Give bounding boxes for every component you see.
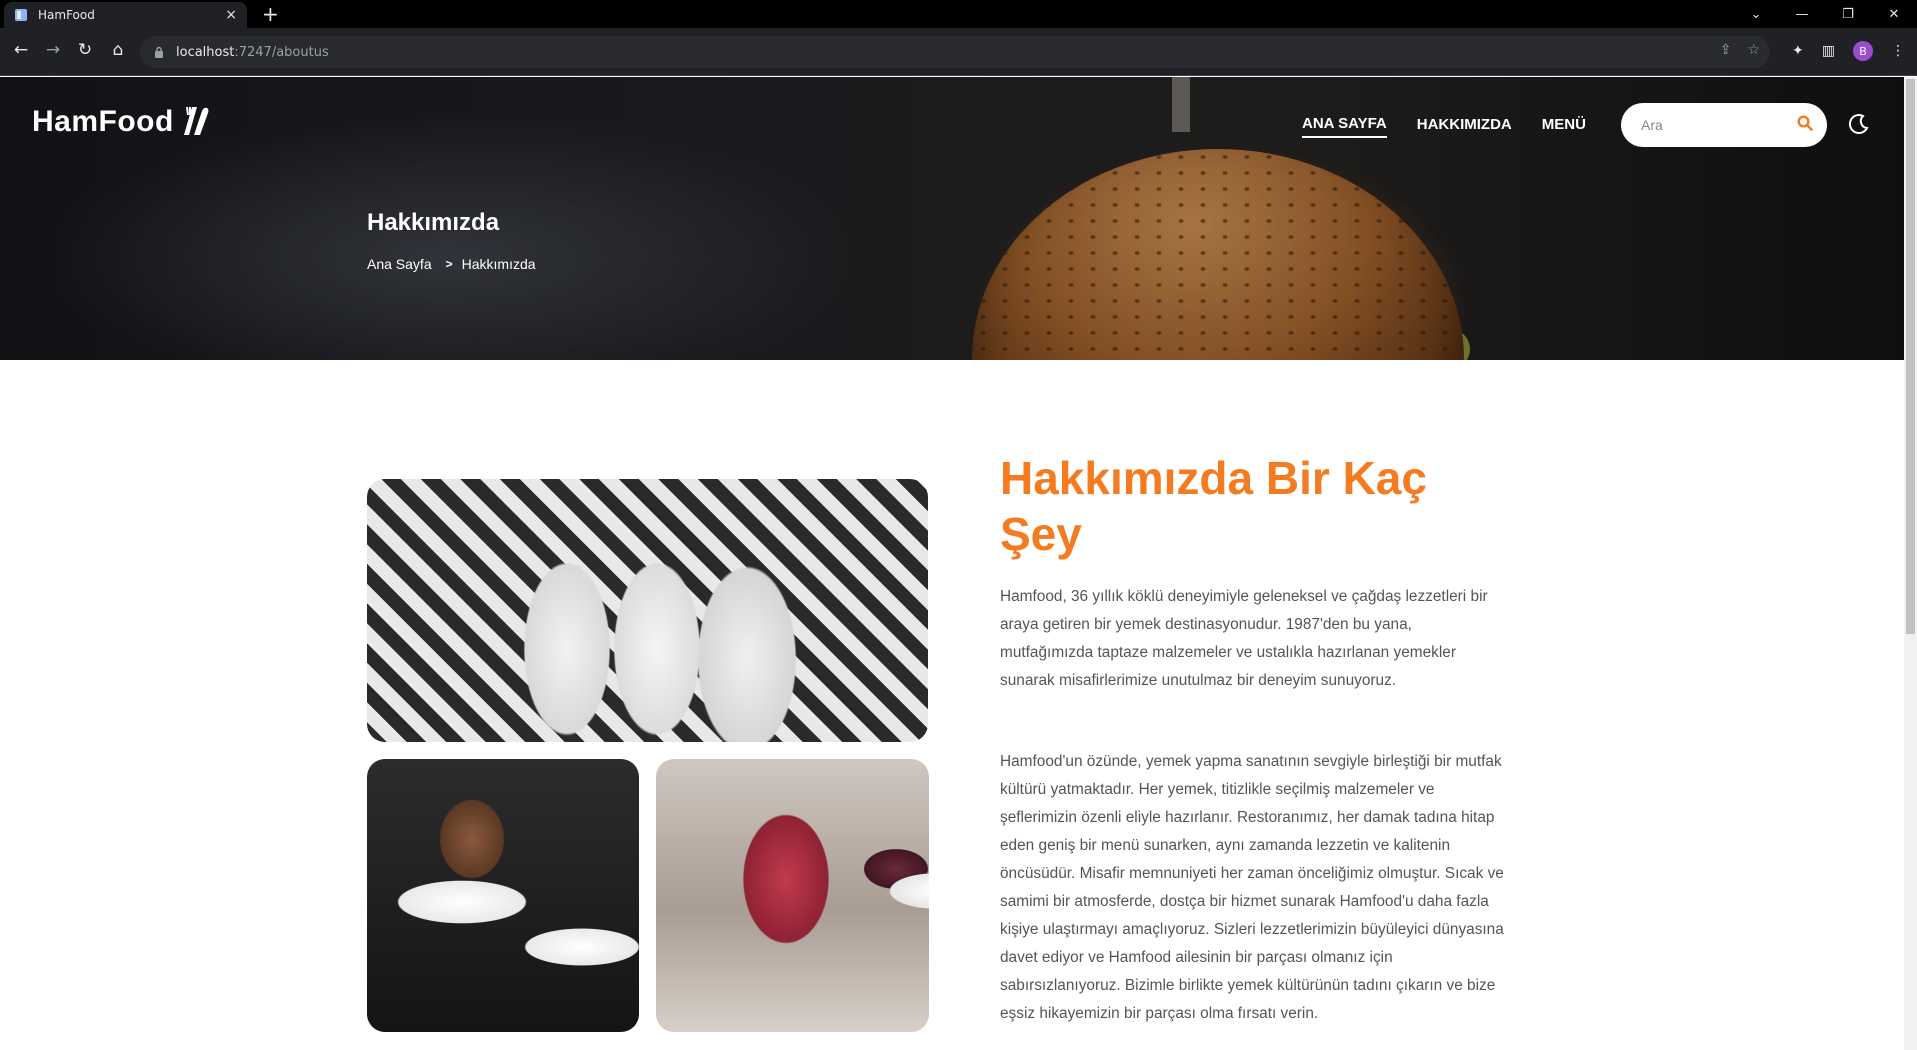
bookmark-star-icon[interactable]: ☆: [1747, 42, 1760, 58]
cutlery-logo-icon: [178, 103, 212, 141]
browser-toolbar: ← → ↻ ⌂ localhost:7247/aboutus ⇪ ☆ ✦ ▥ B…: [0, 28, 1917, 76]
page-title: Hakkımızda: [367, 209, 500, 236]
minimize-icon[interactable]: —: [1779, 7, 1825, 22]
site-logo[interactable]: HamFood: [32, 103, 212, 141]
about-paragraph-1: Hamfood, 36 yıllık köklü deneyimiyle gel…: [1000, 588, 1488, 689]
url-path: :7247/aboutus: [234, 44, 329, 60]
tab-search-icon[interactable]: ⌄: [1733, 7, 1779, 22]
hero-banner: HamFood ANA SAYFA HAKKIMIZDA MENÜ Hakkım…: [0, 77, 1904, 360]
scrollbar-thumb[interactable]: [1906, 79, 1915, 634]
restore-icon[interactable]: ❐: [1825, 7, 1871, 22]
search-input[interactable]: [1639, 116, 1797, 134]
breadcrumb: Ana Sayfa > Hakkımızda: [367, 256, 536, 272]
lock-icon[interactable]: [154, 46, 164, 58]
reload-icon[interactable]: ↻: [73, 40, 97, 60]
address-bar[interactable]: localhost:7247/aboutus ⇪ ☆: [140, 36, 1770, 68]
moon-icon[interactable]: [1848, 113, 1870, 139]
tab-title: HamFood: [38, 8, 95, 22]
forward-icon[interactable]: →: [41, 40, 65, 60]
chevron-right-icon: >: [445, 257, 453, 271]
chef-holding-plates-image: [367, 759, 639, 1032]
browser-menu-icon[interactable]: ⋮: [1891, 43, 1905, 59]
nav-home-link[interactable]: ANA SAYFA: [1302, 115, 1387, 138]
browser-tab[interactable]: HamFood ×: [4, 2, 247, 28]
breadcrumb-current: Hakkımızda: [461, 256, 536, 272]
url-host: localhost: [176, 44, 235, 60]
page-scrollbar[interactable]: [1904, 77, 1917, 1050]
extensions-icon[interactable]: ✦: [1792, 43, 1804, 59]
window-controls: ⌄ — ❐ ✕: [1733, 0, 1917, 28]
back-icon[interactable]: ←: [9, 40, 33, 60]
nav-about-link[interactable]: HAKKIMIZDA: [1417, 116, 1512, 137]
browser-tab-strip: HamFood × + ⌄ — ❐ ✕: [0, 0, 1917, 28]
close-window-icon[interactable]: ✕: [1871, 7, 1917, 22]
tab-close-icon[interactable]: ×: [225, 7, 237, 23]
search-icon[interactable]: [1797, 115, 1813, 135]
breadcrumb-home-link[interactable]: Ana Sayfa: [367, 256, 432, 272]
about-heading: Hakkımızda Bir Kaç Şey: [1000, 452, 1427, 560]
home-icon[interactable]: ⌂: [106, 40, 130, 60]
share-icon[interactable]: ⇪: [1720, 42, 1732, 58]
about-paragraph-2: Hamfood'un özünde, yemek yapma sanatının…: [1000, 753, 1504, 1022]
logo-text: HamFood: [32, 105, 174, 138]
page-favicon-icon: [14, 8, 28, 22]
side-panel-icon[interactable]: ▥: [1822, 43, 1835, 59]
chefs-team-image: [367, 479, 928, 742]
nav-menu-link[interactable]: MENÜ: [1542, 116, 1586, 137]
main-nav: ANA SAYFA HAKKIMIZDA MENÜ: [1302, 115, 1616, 138]
pastry-chef-image: [656, 759, 929, 1032]
profile-avatar[interactable]: B: [1853, 41, 1873, 61]
search-box: [1621, 103, 1827, 147]
new-tab-button[interactable]: +: [262, 4, 279, 24]
